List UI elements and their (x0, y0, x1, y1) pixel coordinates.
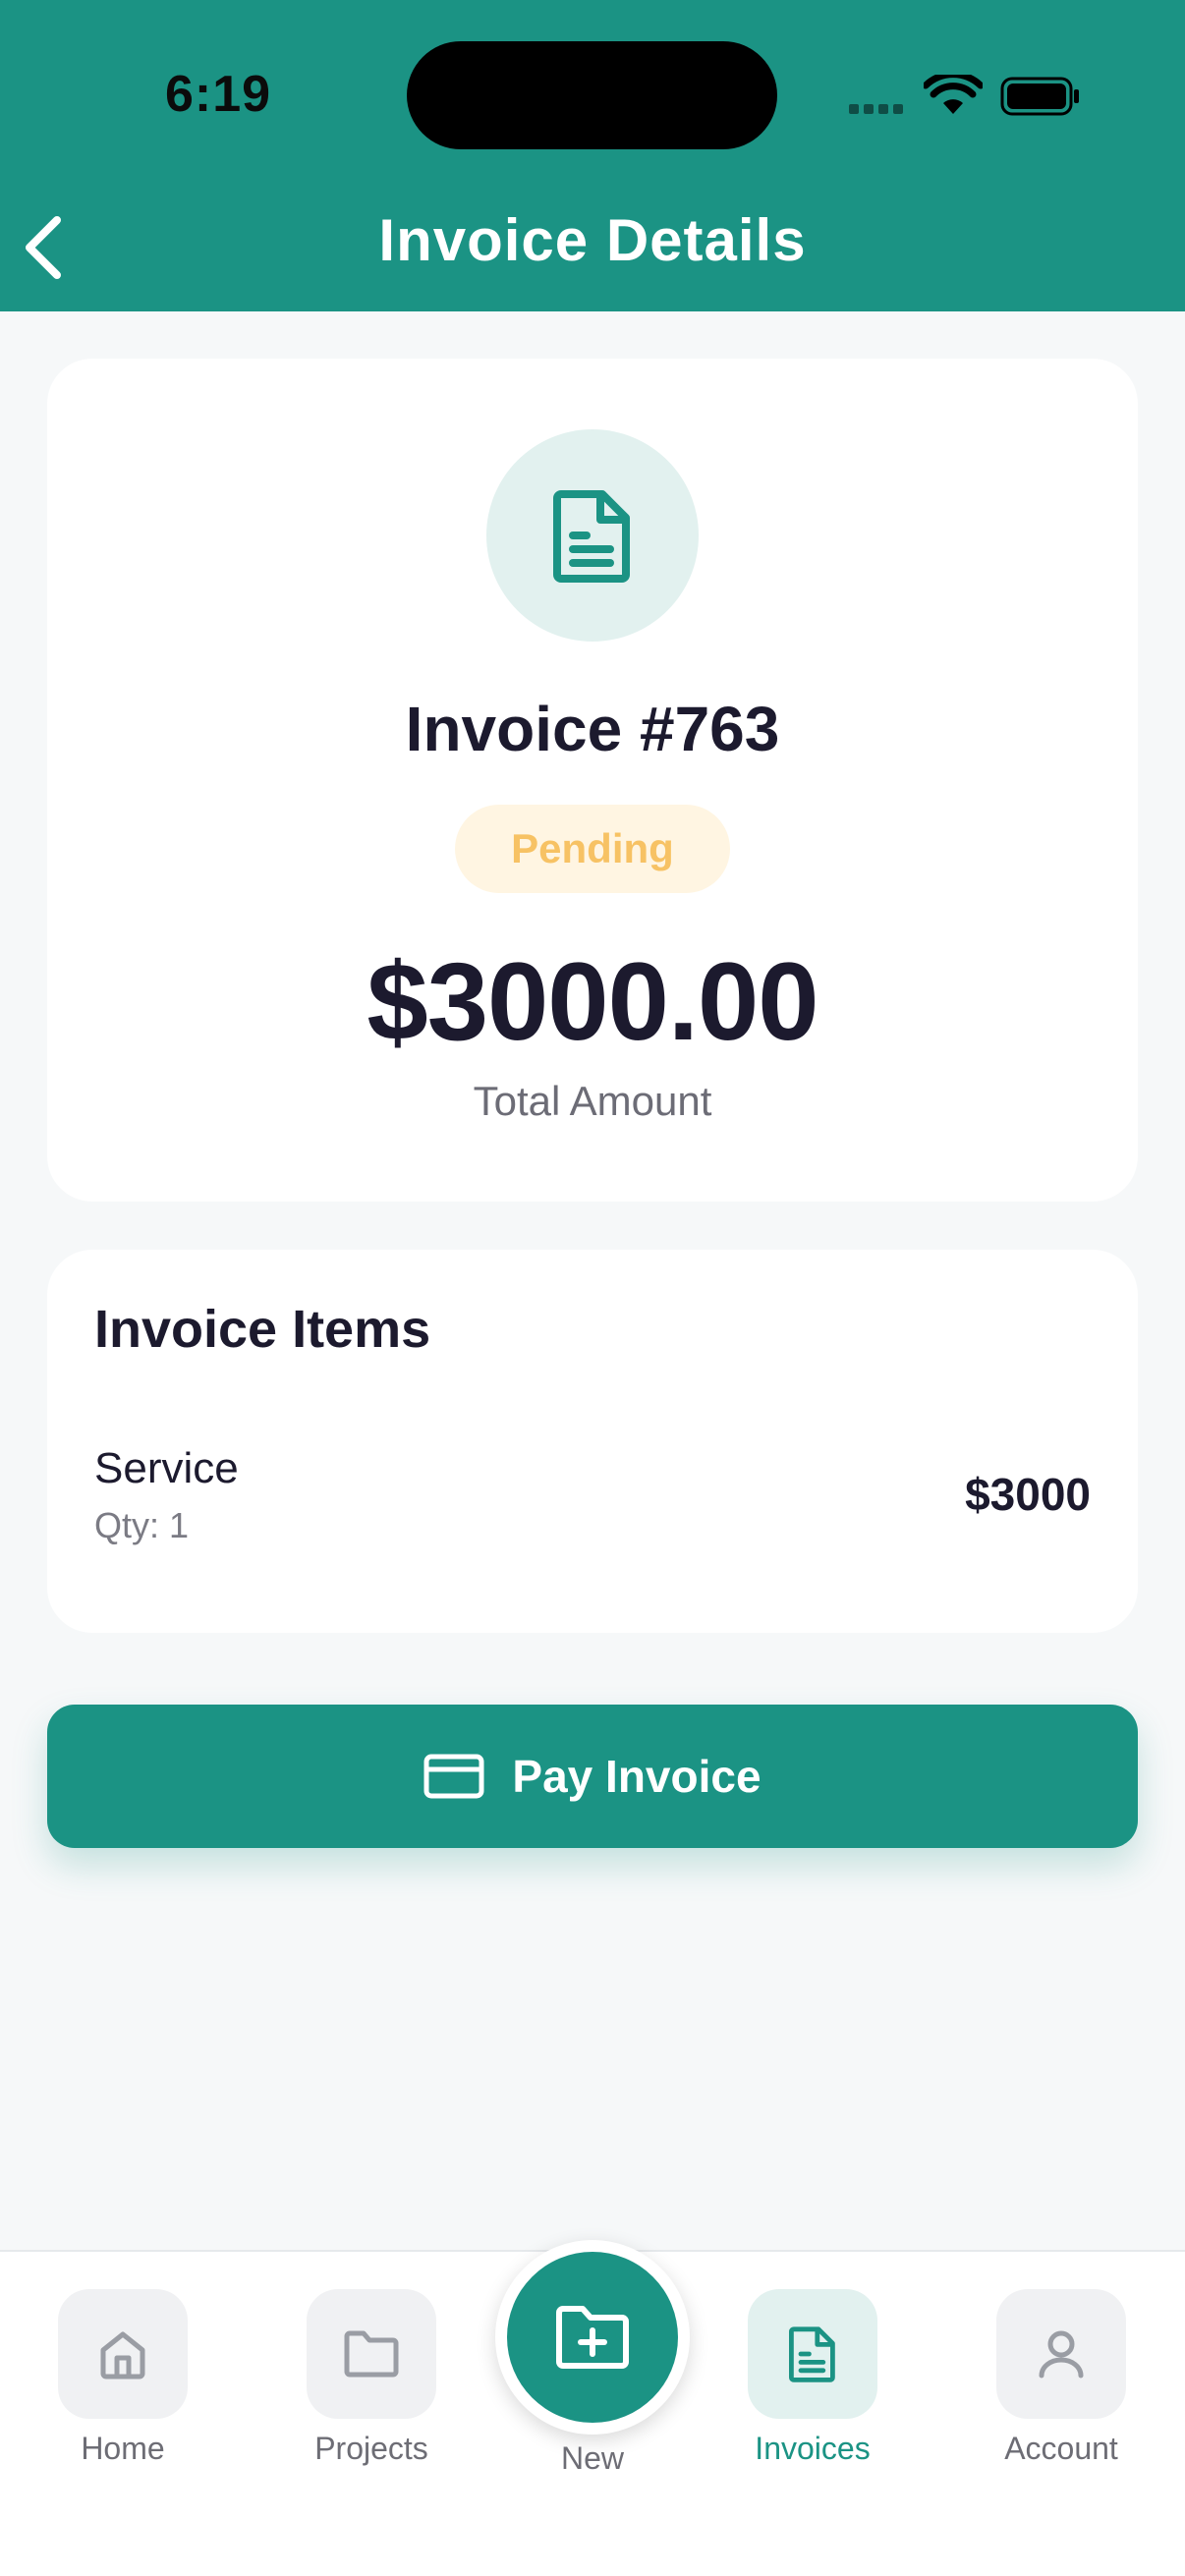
invoice-number: Invoice #763 (405, 694, 780, 764)
tab-label: New (560, 2440, 624, 2476)
page-title: Invoice Details (378, 207, 807, 273)
item-quantity: Qty: 1 (94, 1505, 190, 1545)
pay-invoice-button[interactable]: Pay Invoice (47, 1705, 1138, 1848)
tab-label: Account (1004, 2431, 1118, 2466)
item-name: Service (94, 1444, 239, 1492)
document-icon (553, 490, 630, 583)
pay-invoice-label: Pay Invoice (512, 1751, 762, 1802)
credit-card-icon (423, 1754, 484, 1799)
dynamic-island (407, 41, 777, 149)
tab-label: Home (81, 2431, 165, 2466)
tab-label: Invoices (755, 2431, 871, 2466)
signal-icon (849, 104, 903, 114)
status-time: 6:19 (165, 66, 272, 123)
folder-icon (344, 2330, 399, 2378)
tab-label: Projects (314, 2431, 428, 2466)
new-button[interactable] (495, 2240, 690, 2435)
total-amount: $3000.00 (367, 940, 818, 1063)
folder-plus-icon (556, 2306, 629, 2369)
item-price: $3000 (965, 1469, 1091, 1520)
tab-projects[interactable]: Projects (273, 2289, 470, 2467)
battery-icon (1000, 77, 1079, 116)
user-icon (1039, 2330, 1084, 2379)
document-icon (789, 2326, 835, 2382)
section-title: Invoice Items (94, 1300, 431, 1359)
app-header: 6:19 Invoice Details (0, 0, 1185, 311)
invoice-icon-circle (486, 429, 699, 642)
invoice-summary-card: Invoice #763 Pending $3000.00 Total Amou… (47, 359, 1138, 1202)
total-amount-label: Total Amount (473, 1078, 712, 1124)
home-icon (100, 2331, 145, 2380)
invoice-items-card: Invoice Items Service Qty: 1 $3000 (47, 1250, 1138, 1633)
status-badge: Pending (455, 805, 730, 893)
wifi-icon (924, 75, 983, 114)
tab-account[interactable]: Account (963, 2289, 1159, 2467)
tab-home[interactable]: Home (25, 2289, 221, 2467)
tab-invoices[interactable]: Invoices (714, 2289, 911, 2467)
